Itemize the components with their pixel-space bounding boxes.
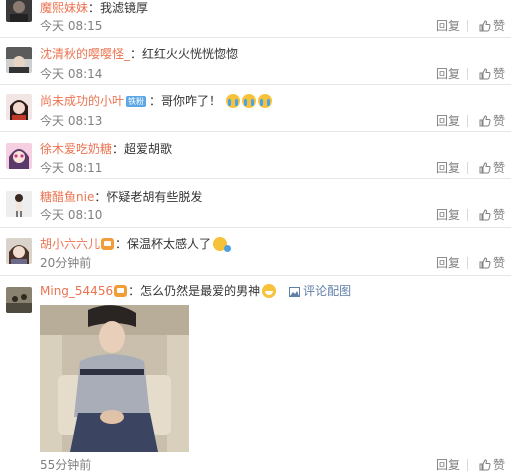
comment-text: ：怎么仍然是最爱的男神 — [128, 284, 261, 298]
comment-username[interactable]: 魔熙妹妹 — [40, 1, 88, 15]
avatar[interactable] — [6, 94, 32, 120]
like-button[interactable]: 赞 — [479, 113, 505, 129]
like-label: 赞 — [493, 67, 506, 81]
comment-text: ：我滤镜厚 — [88, 1, 149, 15]
comment-photo[interactable] — [40, 305, 189, 452]
comment-time: 55分钟前 — [40, 458, 92, 472]
comment-item: 魔熙妹妹：我滤镜厚 今天 08:15 回复 赞 — [0, 0, 511, 38]
comment-text: ：保温杯太感人了 — [115, 237, 212, 251]
thumbs-up-icon — [479, 257, 491, 269]
reply-button[interactable]: 回复 — [436, 160, 460, 176]
divider — [467, 459, 468, 471]
reply-button[interactable]: 回复 — [436, 457, 460, 473]
comment-username[interactable]: 糖醋鱼nie — [40, 190, 94, 204]
grin-emoji-icon — [262, 284, 277, 298]
comment-list: 魔熙妹妹：我滤镜厚 今天 08:15 回复 赞 沈清秋的嘤嘤怪_：红红火火恍恍惚… — [0, 0, 511, 472]
reply-button[interactable]: 回复 — [436, 207, 460, 223]
comment-time: 20分钟前 — [40, 256, 92, 270]
thumbs-up-icon — [479, 115, 491, 127]
divider — [467, 68, 468, 80]
like-button[interactable]: 赞 — [479, 207, 505, 223]
comment-username[interactable]: 徐木爱吃奶糖 — [40, 142, 112, 156]
reply-button[interactable]: 回复 — [436, 255, 460, 271]
thumbs-up-icon — [479, 162, 491, 174]
avatar[interactable] — [6, 143, 32, 169]
comment-item: 沈清秋的嘤嘤怪_：红红火火恍恍惚惚 今天 08:14 回复 赞 — [0, 38, 511, 85]
avatar[interactable] — [6, 47, 32, 73]
reply-button[interactable]: 回复 — [436, 66, 460, 82]
thumbs-up-icon — [479, 20, 491, 32]
reply-button[interactable]: 回复 — [436, 18, 460, 34]
avatar[interactable] — [6, 287, 32, 313]
comment-text: ：红红火火恍恍惚惚 — [130, 47, 239, 61]
like-button[interactable]: 赞 — [479, 66, 505, 82]
like-label: 赞 — [493, 161, 506, 175]
laugh-emoji-icon — [213, 237, 232, 252]
cry-emoji-icon — [242, 94, 257, 108]
comment-item: 胡小六六儿 ：保温杯太感人了 20分钟前 回复 赞 — [0, 228, 511, 276]
divider — [467, 115, 468, 127]
avatar[interactable] — [6, 0, 32, 22]
divider — [467, 209, 468, 221]
cry-emoji-icon — [258, 94, 273, 108]
comment-text: ：哥你咋了！ — [149, 94, 222, 108]
like-button[interactable]: 赞 — [479, 457, 505, 473]
vip-icon — [101, 238, 115, 250]
comment-time: 今天 08:13 — [40, 114, 103, 128]
comment-username[interactable]: 尚未成功的小叶 — [40, 94, 124, 108]
divider — [467, 257, 468, 269]
avatar[interactable] — [6, 191, 32, 217]
comment-image-link[interactable]: 评论配图 — [289, 284, 351, 298]
comment-time: 今天 08:10 — [40, 208, 103, 222]
like-label: 赞 — [493, 208, 506, 222]
comment-image-label: 评论配图 — [303, 284, 352, 298]
avatar[interactable] — [6, 238, 32, 264]
comment-item: 徐木爱吃奶糖：超爱胡歌 今天 08:11 回复 赞 — [0, 132, 511, 179]
like-label: 赞 — [493, 458, 506, 472]
comment-text: ：超爱胡歌 — [112, 142, 173, 156]
comment-username[interactable]: 沈清秋的嘤嘤怪_ — [40, 47, 130, 61]
comment-item: Ming_54456 ：怎么仍然是最爱的男神 评论配图 55分钟前 回复 赞 — [0, 276, 511, 476]
comment-time: 今天 08:15 — [40, 19, 103, 33]
comment-username[interactable]: 胡小六六儿 — [40, 237, 100, 251]
comment-time: 今天 08:14 — [40, 67, 103, 81]
image-icon — [289, 287, 301, 297]
comment-item: 糖醋鱼nie：怀疑老胡有些脱发 今天 08:10 回复 赞 — [0, 179, 511, 228]
thumbs-up-icon — [479, 68, 491, 80]
divider — [467, 162, 468, 174]
comment-time: 今天 08:11 — [40, 161, 103, 175]
thumbs-up-icon — [479, 209, 491, 221]
like-button[interactable]: 赞 — [479, 255, 505, 271]
comment-username[interactable]: Ming_54456 — [40, 284, 113, 298]
cry-emoji-icon — [226, 94, 241, 108]
comment-text: ：怀疑老胡有些脱发 — [94, 190, 203, 204]
like-label: 赞 — [493, 19, 506, 33]
divider — [467, 20, 468, 32]
like-label: 赞 — [493, 114, 506, 128]
like-button[interactable]: 赞 — [479, 160, 505, 176]
fan-badge: 铁粉 — [126, 96, 147, 107]
vip-icon — [114, 285, 128, 297]
like-label: 赞 — [493, 256, 506, 270]
reply-button[interactable]: 回复 — [436, 113, 460, 129]
thumbs-up-icon — [479, 459, 491, 471]
like-button[interactable]: 赞 — [479, 18, 505, 34]
comment-item: 尚未成功的小叶 铁粉 ：哥你咋了！ 今天 08:13 回复 赞 — [0, 85, 511, 132]
